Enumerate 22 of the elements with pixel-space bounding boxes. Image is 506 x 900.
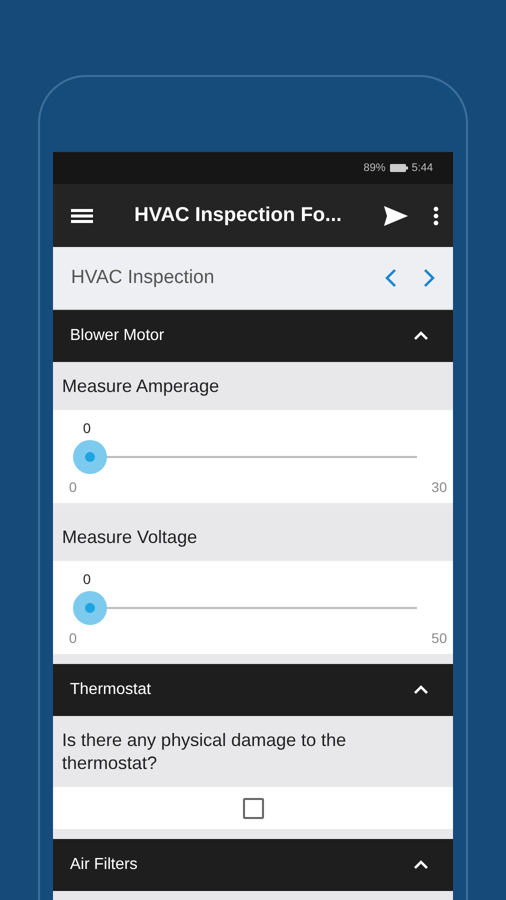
slider-value: 0 bbox=[83, 571, 91, 587]
section-header[interactable]: Air Filters bbox=[53, 839, 453, 891]
slider-thumb[interactable] bbox=[73, 440, 107, 474]
checkbox[interactable] bbox=[242, 798, 264, 818]
min-label: 0 bbox=[69, 479, 77, 495]
max-label: 50 bbox=[431, 630, 447, 646]
next-icon[interactable] bbox=[423, 268, 435, 288]
slider-value: 0 bbox=[83, 420, 91, 436]
menu-icon[interactable] bbox=[71, 208, 93, 222]
more-icon[interactable] bbox=[433, 206, 439, 226]
max-label: 30 bbox=[431, 479, 447, 495]
section-header[interactable]: Thermostat bbox=[53, 664, 453, 716]
form-title: HVAC Inspection bbox=[71, 267, 216, 289]
battery-icon bbox=[390, 164, 408, 172]
slider-thumb[interactable] bbox=[73, 591, 107, 625]
app-title: HVAC Inspection Fo... bbox=[133, 204, 343, 227]
battery-percent: 89% bbox=[364, 162, 386, 174]
min-label: 0 bbox=[69, 630, 77, 646]
section-header[interactable]: Blower Motor bbox=[53, 310, 453, 362]
send-icon[interactable] bbox=[383, 204, 409, 226]
clock: 5:44 bbox=[412, 162, 433, 174]
previous-icon[interactable] bbox=[385, 268, 397, 288]
